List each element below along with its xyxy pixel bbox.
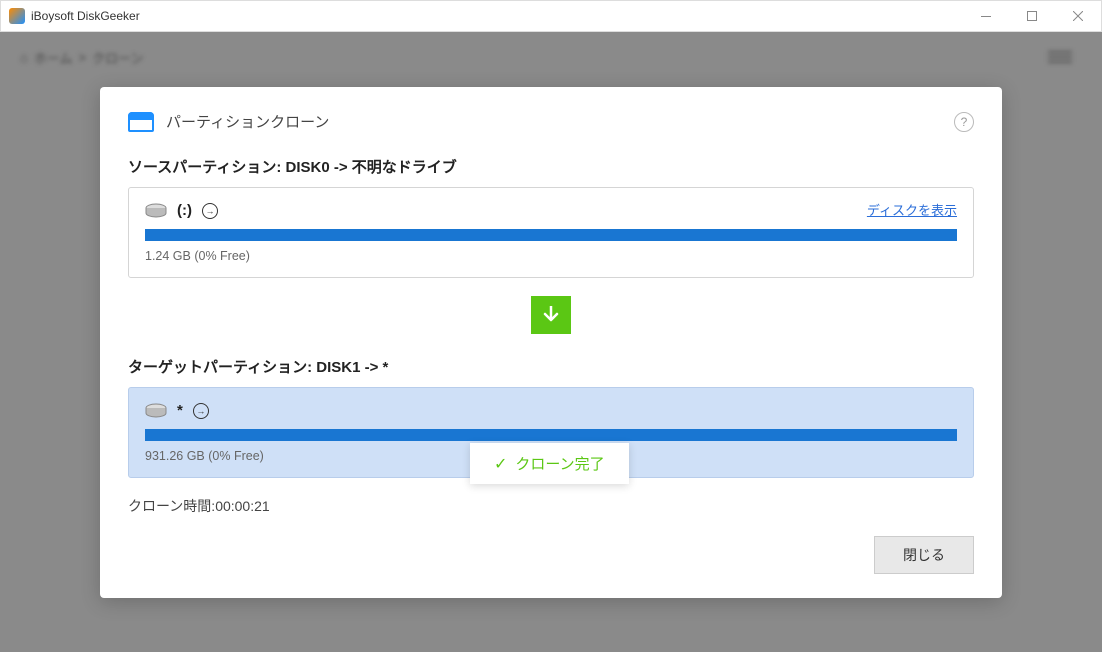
checkmark-icon: ✓ <box>494 454 507 474</box>
source-disk-row: (:) → <box>145 202 957 219</box>
close-button[interactable]: 閉じる <box>874 536 974 574</box>
disk-icon <box>145 403 167 419</box>
clone-time-text: クローン時間:00:00:21 <box>128 496 974 516</box>
breadcrumb: ⌂ ホーム > クローン <box>20 48 143 67</box>
window-controls <box>963 1 1101 31</box>
modal-title: パーティションクローン <box>166 111 329 132</box>
arrow-right-icon[interactable]: → <box>193 403 209 419</box>
target-disk-row: * → <box>145 402 957 419</box>
breadcrumb-home: ホーム <box>34 48 73 67</box>
app-title: iBoysoft DiskGeeker <box>31 9 140 23</box>
maximize-icon <box>1027 11 1037 21</box>
minimize-icon <box>981 16 991 17</box>
arrow-down-indicator <box>531 296 571 334</box>
help-button[interactable]: ? <box>954 112 974 132</box>
hamburger-menu-icon[interactable] <box>1048 48 1072 66</box>
close-icon <box>1073 11 1083 21</box>
home-icon: ⌂ <box>20 50 28 65</box>
target-partition-label: ターゲットパーティション: DISK1 -> * <box>128 356 974 377</box>
help-icon: ? <box>961 115 968 129</box>
app-icon <box>9 8 25 24</box>
show-disk-link[interactable]: ディスクを表示 <box>867 200 957 219</box>
source-usage-bar <box>145 229 957 241</box>
drive-icon <box>128 112 154 132</box>
status-text: クローン完了 <box>515 453 604 474</box>
source-partition-label: ソースパーティション: DISK0 -> 不明なドライブ <box>128 156 974 177</box>
source-partition-name: (:) <box>177 202 192 219</box>
maximize-button[interactable] <box>1009 1 1055 31</box>
source-size-text: 1.24 GB (0% Free) <box>145 249 957 263</box>
clone-complete-toast: ✓ クローン完了 <box>470 443 629 484</box>
arrow-down-icon <box>543 306 559 324</box>
close-window-button[interactable] <box>1055 1 1101 31</box>
source-partition-box: ディスクを表示 (:) → 1.24 GB (0% Free) <box>128 187 974 278</box>
modal-header: パーティションクローン ? <box>128 111 974 132</box>
target-partition-name: * <box>177 402 183 419</box>
target-usage-bar <box>145 429 957 441</box>
titlebar: iBoysoft DiskGeeker <box>0 0 1102 32</box>
app-body: ⌂ ホーム > クローン パーティションクローン ? ソースパーティション: D… <box>0 32 1102 652</box>
breadcrumb-current: クローン <box>92 48 143 67</box>
minimize-button[interactable] <box>963 1 1009 31</box>
disk-icon <box>145 203 167 219</box>
partition-clone-modal: パーティションクローン ? ソースパーティション: DISK0 -> 不明なドラ… <box>100 87 1002 598</box>
breadcrumb-separator: > <box>78 50 86 65</box>
arrow-right-icon[interactable]: → <box>202 203 218 219</box>
